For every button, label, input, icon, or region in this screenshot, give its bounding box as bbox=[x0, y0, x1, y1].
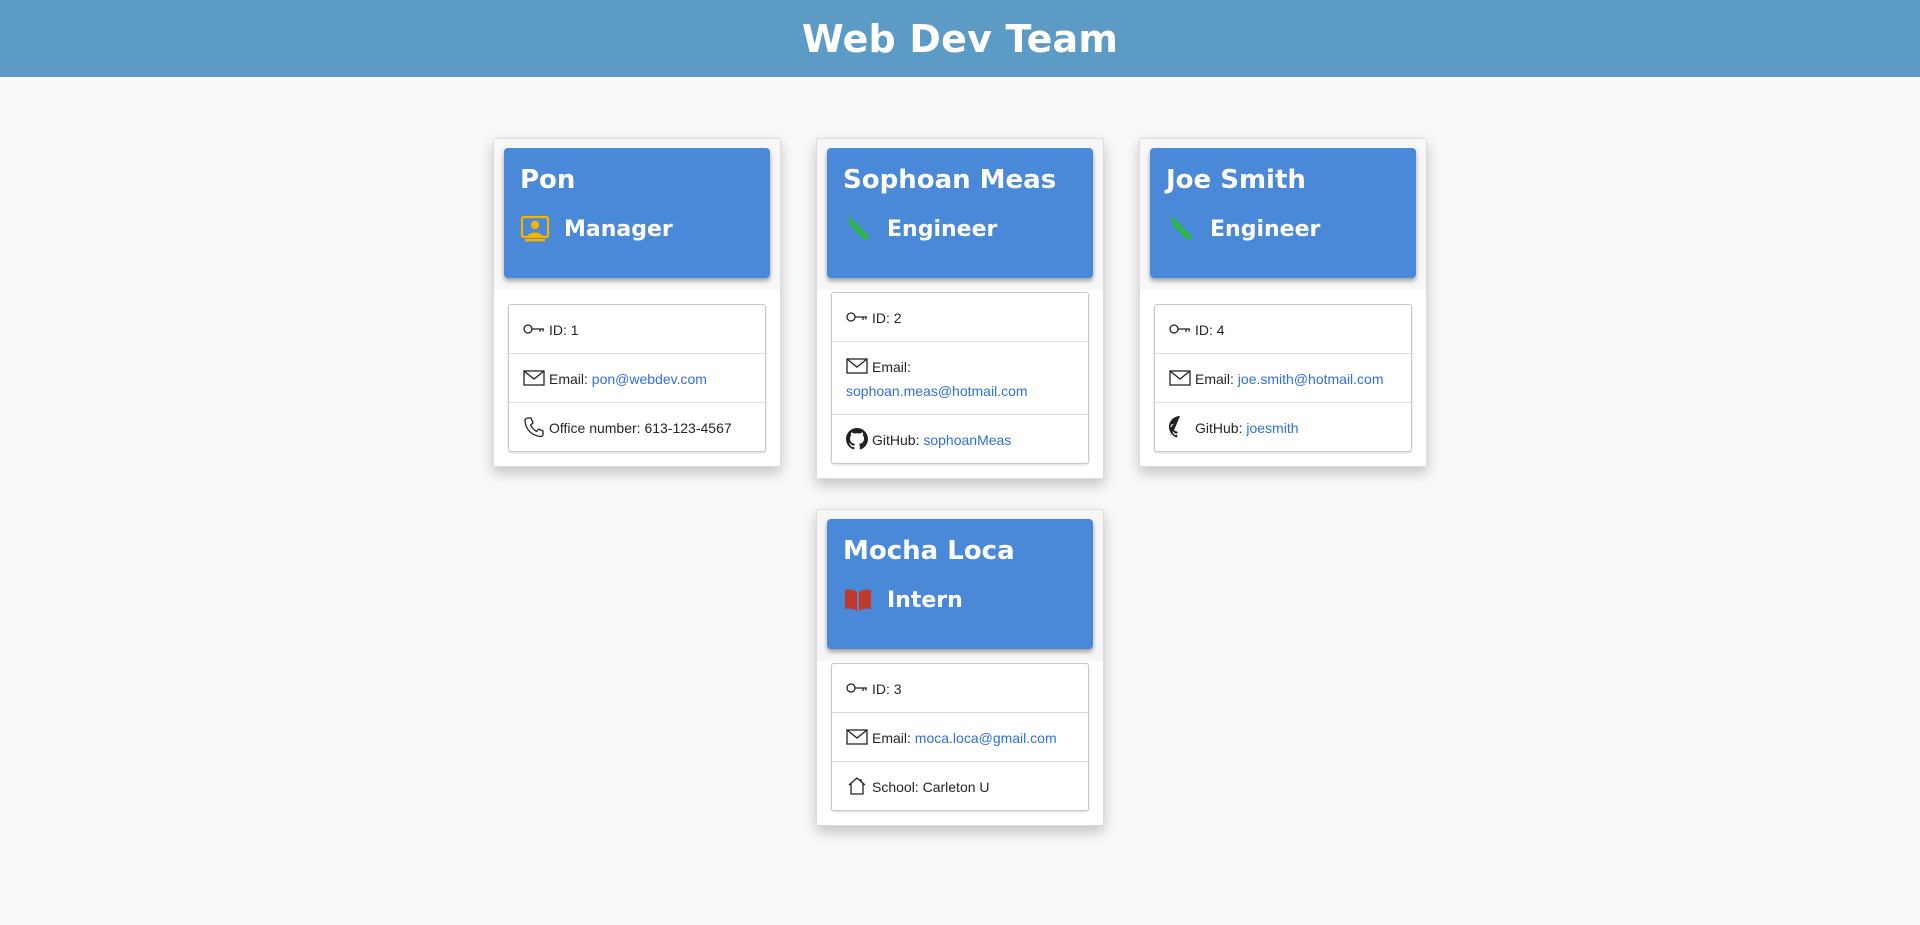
email-link[interactable]: pon@webdev.com bbox=[592, 371, 707, 387]
email-row: Email: moca.loca@gmail.com bbox=[832, 712, 1088, 761]
employee-role: Manager bbox=[564, 216, 673, 242]
house-icon bbox=[846, 775, 868, 797]
wrench-icon bbox=[843, 214, 873, 244]
manager-badge-icon bbox=[520, 214, 550, 244]
employee-role: Intern bbox=[887, 587, 963, 613]
employee-card-manager: Pon Manager ID: 1 Email: pon@webdev.com … bbox=[493, 138, 781, 467]
id-value: 4 bbox=[1216, 322, 1225, 338]
id-label: ID: bbox=[1195, 322, 1217, 338]
email-label: Email: bbox=[872, 359, 911, 375]
team-grid: Pon Manager ID: 1 Email: pon@webdev.com … bbox=[0, 77, 1920, 925]
card-body: ID: 1 Email: pon@webdev.com Office numbe… bbox=[494, 290, 780, 466]
email-row: Email: joe.smith@hotmail.com bbox=[1155, 353, 1411, 402]
envelope-icon bbox=[846, 726, 868, 748]
id-row: ID: 4 bbox=[1155, 305, 1411, 353]
email-label: Email: bbox=[1195, 371, 1238, 387]
employee-role: Engineer bbox=[1210, 216, 1321, 242]
office-number-label: Office number: bbox=[549, 420, 645, 436]
email-label: Email: bbox=[872, 730, 915, 746]
github-label: GitHub: bbox=[872, 432, 924, 448]
employee-name: Sophoan Meas bbox=[843, 165, 1057, 195]
employee-card-intern: Mocha Loca Intern ID: 3 Email: moca.loca… bbox=[816, 509, 1104, 826]
employee-role-row: Manager bbox=[520, 212, 754, 246]
key-icon bbox=[846, 306, 868, 328]
email-row: Email: pon@webdev.com bbox=[509, 353, 765, 402]
email-label: Email: bbox=[549, 371, 592, 387]
info-list: ID: 3 Email: moca.loca@gmail.com School:… bbox=[831, 663, 1089, 811]
email-link[interactable]: joe.smith@hotmail.com bbox=[1238, 371, 1384, 387]
employee-card-engineer: Sophoan Meas Engineer ID: 2 Email: sopho… bbox=[816, 138, 1104, 479]
key-icon bbox=[1169, 318, 1191, 340]
employee-role-row: Engineer bbox=[1166, 212, 1400, 246]
github-label: GitHub: bbox=[1195, 420, 1247, 436]
info-list: ID: 4 Email: joe.smith@hotmail.com GitHu… bbox=[1154, 304, 1412, 452]
phone-icon bbox=[523, 416, 545, 438]
book-icon bbox=[843, 585, 873, 615]
id-label: ID: bbox=[872, 310, 894, 326]
school-row: School: Carleton U bbox=[832, 761, 1088, 810]
id-value: 1 bbox=[570, 322, 579, 338]
github-icon bbox=[846, 428, 868, 450]
key-icon bbox=[523, 318, 545, 340]
github-icon bbox=[1169, 416, 1191, 438]
page-title: Web Dev Team bbox=[801, 16, 1119, 61]
card-body: ID: 2 Email: sophoan.meas@hotmail.com Gi… bbox=[817, 290, 1103, 478]
office-number-value: 613-123-4567 bbox=[644, 420, 732, 436]
github-row: GitHub: joesmith bbox=[1155, 402, 1411, 451]
id-row: ID: 2 bbox=[832, 293, 1088, 341]
card-top: Sophoan Meas Engineer bbox=[817, 139, 1103, 290]
key-icon bbox=[846, 677, 868, 699]
github-link[interactable]: joesmith bbox=[1246, 420, 1298, 436]
card-body: ID: 3 Email: moca.loca@gmail.com School:… bbox=[817, 661, 1103, 825]
envelope-icon bbox=[846, 355, 868, 377]
card-top: Mocha Loca Intern bbox=[817, 510, 1103, 661]
employee-role-row: Intern bbox=[843, 583, 1077, 617]
employee-role: Engineer bbox=[887, 216, 998, 242]
github-row: GitHub: sophoanMeas bbox=[832, 414, 1088, 463]
employee-role-row: Engineer bbox=[843, 212, 1077, 246]
school-value: Carleton U bbox=[922, 779, 990, 795]
email-link[interactable]: moca.loca@gmail.com bbox=[915, 730, 1057, 746]
envelope-icon bbox=[523, 367, 545, 389]
id-label: ID: bbox=[549, 322, 571, 338]
github-link[interactable]: sophoanMeas bbox=[923, 432, 1011, 448]
card-body: ID: 4 Email: joe.smith@hotmail.com GitHu… bbox=[1140, 290, 1426, 466]
employee-card-engineer: Joe Smith Engineer ID: 4 Email: joe.smit… bbox=[1139, 138, 1427, 467]
card-header: Mocha Loca Intern bbox=[827, 519, 1093, 649]
info-list: ID: 1 Email: pon@webdev.com Office numbe… bbox=[508, 304, 766, 452]
id-row: ID: 1 bbox=[509, 305, 765, 353]
id-label: ID: bbox=[872, 681, 894, 697]
card-header: Joe Smith Engineer bbox=[1150, 148, 1416, 278]
card-top: Pon Manager bbox=[494, 139, 780, 290]
envelope-icon bbox=[1169, 367, 1191, 389]
card-header: Sophoan Meas Engineer bbox=[827, 148, 1093, 278]
email-link[interactable]: sophoan.meas@hotmail.com bbox=[846, 379, 1074, 403]
employee-name: Pon bbox=[520, 165, 576, 195]
card-header: Pon Manager bbox=[504, 148, 770, 278]
info-list: ID: 2 Email: sophoan.meas@hotmail.com Gi… bbox=[831, 292, 1089, 464]
id-value: 2 bbox=[893, 310, 902, 326]
page-header: Web Dev Team bbox=[0, 0, 1920, 77]
email-row: Email: sophoan.meas@hotmail.com bbox=[832, 341, 1088, 414]
employee-name: Joe Smith bbox=[1166, 165, 1306, 195]
employee-name: Mocha Loca bbox=[843, 536, 1015, 566]
school-label: School: bbox=[872, 779, 923, 795]
id-row: ID: 3 bbox=[832, 664, 1088, 712]
wrench-icon bbox=[1166, 214, 1196, 244]
id-value: 3 bbox=[893, 681, 902, 697]
card-top: Joe Smith Engineer bbox=[1140, 139, 1426, 290]
office-number-row: Office number: 613-123-4567 bbox=[509, 402, 765, 451]
